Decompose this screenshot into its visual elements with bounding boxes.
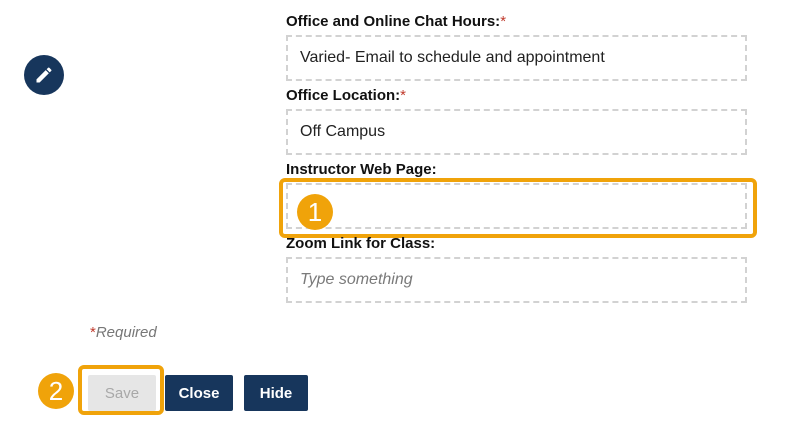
- instructor-web-page-label-text: Instructor Web Page:: [286, 161, 437, 178]
- close-button-label: Close: [178, 384, 220, 402]
- web-page-highlight: [279, 178, 757, 238]
- office-location-label: Office Location:*: [286, 87, 406, 104]
- zoom-link-label-text: Zoom Link for Class:: [286, 235, 436, 252]
- office-hours-label-text: Office and Online Chat Hours:: [286, 13, 501, 30]
- save-button[interactable]: Save: [88, 375, 156, 411]
- required-asterisk: *: [400, 87, 407, 104]
- callout-1: 1: [297, 194, 333, 230]
- pencil-icon: [36, 67, 52, 83]
- callout-1-number: 1: [307, 196, 323, 227]
- callout-2-number: 2: [48, 375, 64, 406]
- office-location-label-text: Office Location:: [286, 87, 401, 104]
- zoom-link-label: Zoom Link for Class:: [286, 235, 435, 252]
- close-button[interactable]: Close: [165, 375, 233, 411]
- office-location-value: Off Campus: [300, 123, 386, 140]
- office-hours-input[interactable]: Varied- Email to schedule and appointmen…: [286, 35, 747, 81]
- callout-2: 2: [38, 373, 74, 409]
- office-hours-value: Varied- Email to schedule and appointmen…: [300, 49, 605, 66]
- edit-button[interactable]: [24, 55, 64, 95]
- required-note-text: Required: [95, 324, 157, 341]
- office-location-input[interactable]: Off Campus: [286, 109, 747, 155]
- save-button-label: Save: [104, 384, 140, 402]
- zoom-link-placeholder: Type something: [300, 271, 413, 288]
- required-asterisk: *: [500, 13, 507, 30]
- zoom-link-input[interactable]: Type something: [286, 257, 747, 303]
- hide-button-label: Hide: [259, 384, 293, 402]
- required-note: *Required: [90, 324, 157, 341]
- instructor-web-page-label: Instructor Web Page:: [286, 161, 437, 178]
- hide-button[interactable]: Hide: [244, 375, 308, 411]
- office-hours-label: Office and Online Chat Hours:*: [286, 13, 506, 30]
